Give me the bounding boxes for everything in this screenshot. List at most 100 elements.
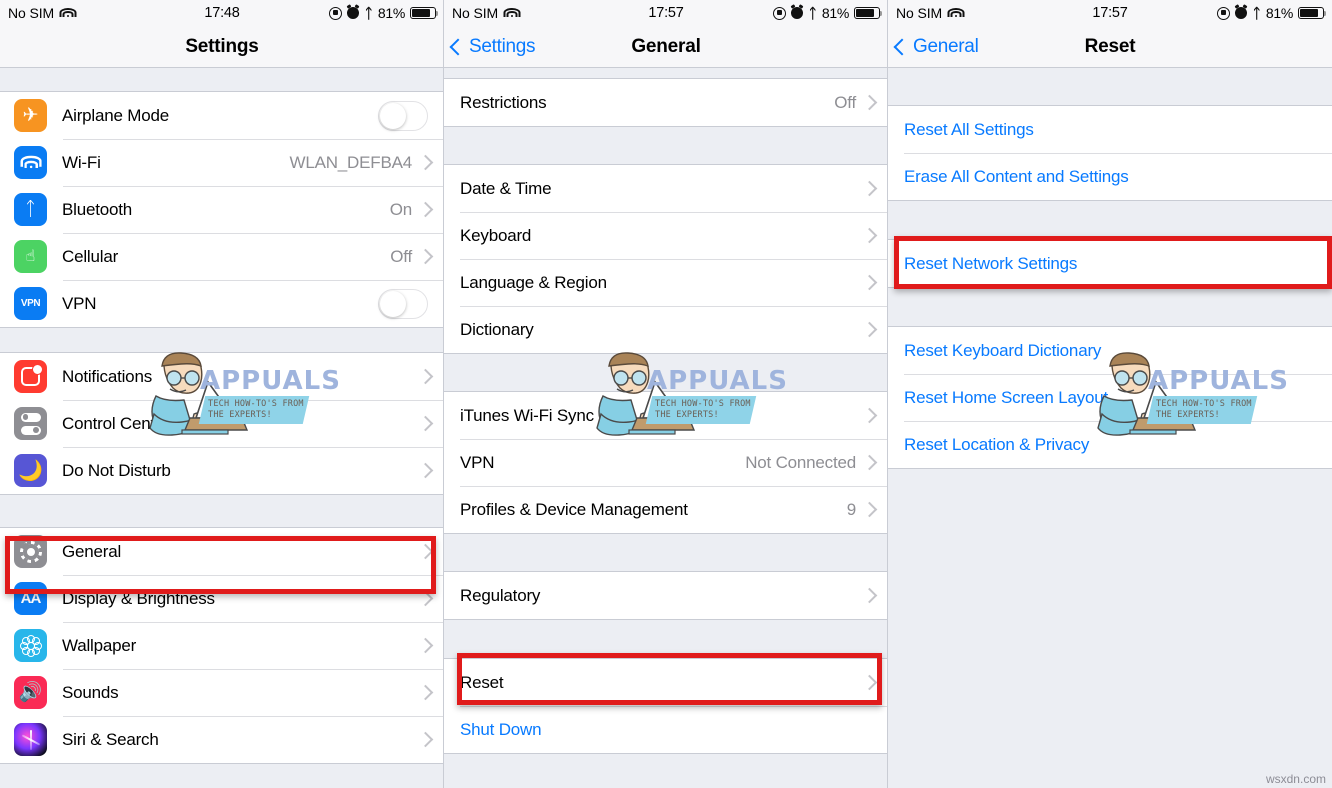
panel-general: No SIM 17:57 ᛏ 81% Settings General Rest… [444,0,888,788]
nav-bar-settings: Settings [0,26,444,68]
row-label: Reset Keyboard Dictionary [904,340,1102,360]
wifi-icon [14,146,47,179]
list-item-shut-down[interactable]: Shut Down [444,706,888,753]
sidebar-item-wallpaper[interactable]: Wallpaper [0,622,444,669]
row-accessory: Off [390,247,444,267]
section-gap [0,68,444,91]
row-accessory [417,684,444,701]
sidebar-item-bluetooth[interactable]: ᛏ Bluetooth On [0,186,444,233]
list-item-reset[interactable]: Reset [444,659,888,706]
chevron-right-icon [417,201,434,218]
section-gap [444,354,888,391]
row-accessory: On [390,200,444,220]
control-center-icon [14,407,47,440]
sidebar-item-notifications[interactable]: Notifications [0,353,444,400]
row-accessory: WLAN_DEFBA4 [289,153,444,173]
chevron-right-icon [417,248,434,265]
row-label: Bluetooth [62,199,133,219]
row-label: Language & Region [460,272,607,292]
sidebar-item-general[interactable]: General [0,528,444,575]
list-item-dictionary[interactable]: Dictionary [444,306,888,353]
sidebar-item-display-brightness[interactable]: AA Display & Brightness [0,575,444,622]
list-item-vpn[interactable]: VPN Not Connected [444,439,888,486]
sidebar-item-sounds[interactable]: 🔊 Sounds [0,669,444,716]
screenshot-root: No SIM 17:48 ᛏ 81% Settings ✈ Airplane M… [0,0,1332,788]
section-gap [444,534,888,571]
list-item-regulatory[interactable]: Regulatory [444,572,888,619]
chevron-right-icon [417,415,434,432]
list-item-date-time[interactable]: Date & Time [444,165,888,212]
sidebar-item-airplane-mode[interactable]: ✈ Airplane Mode [0,92,444,139]
list-item-erase-all-content-and-settings[interactable]: Erase All Content and Settings [888,153,1332,200]
list-item-keyboard[interactable]: Keyboard [444,212,888,259]
section-gap [444,68,888,78]
sidebar-item-wifi[interactable]: Wi-Fi WLAN_DEFBA4 [0,139,444,186]
airplane-mode-toggle[interactable] [378,100,428,131]
general-group-regulatory: Regulatory [444,571,888,620]
gear-icon [14,535,47,568]
chevron-right-icon [861,674,878,691]
sidebar-item-vpn[interactable]: VPN VPN [0,280,444,327]
list-item-reset-all-settings[interactable]: Reset All Settings [888,106,1332,153]
row-label: VPN [62,293,97,313]
rotation-lock-icon [329,6,343,20]
panel-reset: No SIM 17:57 ᛏ 81% General Reset Reset A… [888,0,1332,788]
row-label: Notifications [62,366,152,386]
vpn-toggle[interactable] [378,288,428,319]
page-title: Settings [185,35,259,57]
back-button-label: Settings [469,35,536,57]
bluetooth-icon: ᛏ [14,193,47,226]
general-group-reset: Reset Shut Down [444,658,888,754]
sidebar-item-siri-search[interactable]: Siri & Search [0,716,444,763]
list-item-itunes-wifi-sync[interactable]: iTunes Wi-Fi Sync [444,392,888,439]
chevron-right-icon [861,454,878,471]
row-label: VPN [460,452,495,472]
chevron-right-icon [417,731,434,748]
sidebar-item-do-not-disturb[interactable]: 🌙 Do Not Disturb [0,447,444,494]
row-label: Restrictions [460,92,547,112]
back-button-label: General [913,35,979,57]
airplane-icon: ✈ [14,99,47,132]
list-item-profiles-device-management[interactable]: Profiles & Device Management 9 [444,486,888,533]
list-item-reset-location-privacy[interactable]: Reset Location & Privacy [888,421,1332,468]
alarm-icon [791,7,804,19]
panel-settings: No SIM 17:48 ᛏ 81% Settings ✈ Airplane M… [0,0,444,788]
back-button[interactable]: Settings [449,35,536,58]
settings-group-system: General AA Display & Brightness Wallpape… [0,527,444,764]
rotation-lock-icon [1217,6,1231,20]
chevron-right-icon [861,227,878,244]
back-button[interactable]: General [893,35,979,58]
row-label: Do Not Disturb [62,460,171,480]
row-accessory [861,587,888,604]
chevron-right-icon [417,684,434,701]
row-accessory: Not Connected [745,453,888,473]
row-label: iTunes Wi-Fi Sync [460,405,594,425]
site-watermark: wsxdn.com [1265,772,1326,786]
battery-icon [1298,7,1327,19]
row-label: Wallpaper [62,635,137,655]
row-label: Dictionary [460,319,534,339]
settings-group-notifications: Notifications Control Center 🌙 Do Not Di… [0,352,444,495]
rotation-lock-icon [773,6,787,20]
row-accessory [861,674,888,691]
list-item-reset-network-settings[interactable]: Reset Network Settings [888,240,1332,287]
row-label: Reset Network Settings [904,253,1078,273]
row-label: Erase All Content and Settings [904,166,1129,186]
vpn-icon: VPN [14,287,47,320]
list-item-restrictions[interactable]: Restrictions Off [444,79,888,126]
row-label: Control Center [62,413,170,433]
row-accessory [861,227,888,244]
battery-icon [854,7,883,19]
row-label: Shut Down [460,719,542,739]
row-label: Display & Brightness [62,588,215,608]
list-item-reset-home-screen-layout[interactable]: Reset Home Screen Layout [888,374,1332,421]
list-item-reset-keyboard-dictionary[interactable]: Reset Keyboard Dictionary [888,327,1332,374]
sidebar-item-control-center[interactable]: Control Center [0,400,444,447]
sidebar-item-cellular[interactable]: ☝ Cellular Off [0,233,444,280]
chevron-right-icon [417,637,434,654]
status-bar: No SIM 17:48 ᛏ 81% [0,0,444,26]
alarm-icon [347,7,360,19]
list-item-language-region[interactable]: Language & Region [444,259,888,306]
row-accessory [861,180,888,197]
status-bar: No SIM 17:57 ᛏ 81% [444,0,888,26]
